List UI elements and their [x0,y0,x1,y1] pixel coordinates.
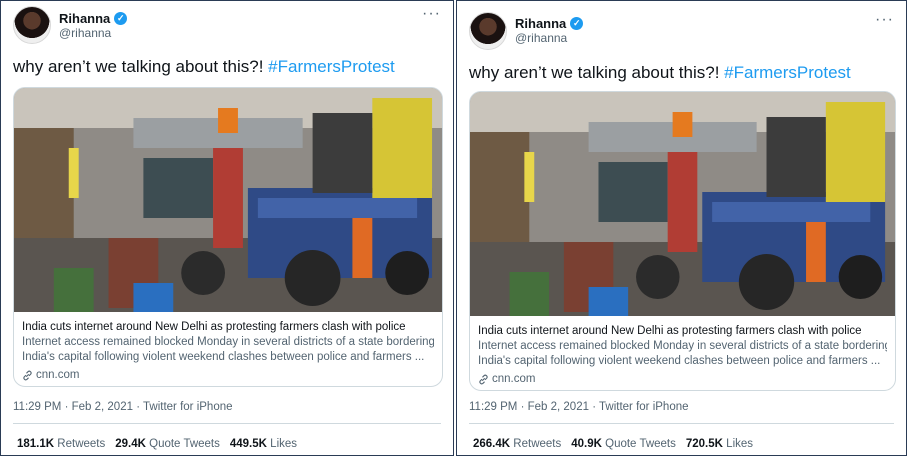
tweet-time[interactable]: 11:29 PM [13,401,61,413]
card-description-line2: India's capital following violent weeken… [478,355,881,367]
engagement-stats: 266.4K Retweets 40.9K Quote Tweets 720.5… [473,438,753,450]
tweet-source[interactable]: Twitter for iPhone [599,401,688,413]
avatar[interactable] [13,6,51,44]
engagement-stats: 181.1K Retweets 29.4K Quote Tweets 449.5… [17,438,297,450]
author-name-row[interactable]: Rihanna ✓ [515,16,584,31]
retweets-count: 266.4K [473,438,511,450]
tweet-meta: 11:29 PM · Feb 2, 2021 · Twitter for iPh… [13,401,233,413]
news-photo [14,88,442,312]
tweet-card[interactable]: Rihanna ✓ @rihanna ··· why aren’t we tal… [456,0,907,456]
tweet-text-body: why aren’t we talking about this?! [13,57,269,76]
card-description-line2: India's capital following violent weeken… [22,351,425,363]
likes-count: 720.5K [685,438,723,450]
likes-stat[interactable]: 449.5K Likes [230,438,297,450]
verified-badge-icon: ✓ [114,12,128,25]
retweets-label: Retweets [57,438,106,450]
tweet-text-body: why aren’t we talking about this?! [469,63,725,82]
retweets-stat[interactable]: 181.1K Retweets [17,438,105,450]
likes-stat[interactable]: 720.5K Likes [686,438,753,450]
more-options-icon[interactable]: ··· [422,5,441,23]
card-headline: India cuts internet around New Delhi as … [22,321,406,333]
quotes-count: 40.9K [571,438,602,450]
tweet-text: why aren’t we talking about this?! #Farm… [13,57,395,77]
tweet-text: why aren’t we talking about this?! #Farm… [469,63,851,83]
card-domain: cnn.com [22,369,434,381]
link-icon [23,370,32,380]
card-headline: India cuts internet around New Delhi as … [478,325,862,337]
retweets-count: 181.1K [17,438,55,450]
card-domain: cnn.com [478,373,887,385]
verified-badge-icon: ✓ [570,17,584,30]
tweet-meta: 11:29 PM · Feb 2, 2021 · Twitter for iPh… [469,401,689,413]
quotes-stat[interactable]: 29.4K Quote Tweets [115,438,220,450]
divider [469,423,894,424]
retweets-stat[interactable]: 266.4K Retweets [473,438,561,450]
quotes-label: Quote Tweets [605,438,676,450]
likes-count: 449.5K [229,438,267,450]
news-photo [470,92,895,316]
divider [13,423,441,424]
retweets-label: Retweets [513,438,562,450]
link-preview-card[interactable]: India cuts internet around New Delhi as … [469,91,896,391]
hashtag-link[interactable]: #FarmersProtest [724,63,851,82]
author-name[interactable]: Rihanna [515,16,566,31]
tweet-time[interactable]: 11:29 PM [469,401,517,413]
author-name-row[interactable]: Rihanna ✓ [59,11,128,26]
quotes-stat[interactable]: 40.9K Quote Tweets [571,438,676,450]
tweet-source[interactable]: Twitter for iPhone [143,401,232,413]
card-domain-text: cnn.com [36,369,80,381]
card-description-line1: Internet access remained blocked Monday … [478,340,887,352]
quotes-label: Quote Tweets [149,438,220,450]
link-preview-card[interactable]: India cuts internet around New Delhi as … [13,87,443,387]
author-name[interactable]: Rihanna [59,11,110,26]
likes-label: Likes [726,438,754,450]
author-handle[interactable]: @rihanna [59,26,111,40]
card-domain-text: cnn.com [492,373,536,385]
link-icon [479,374,488,384]
tweet-date[interactable]: Feb 2, 2021 [528,401,589,413]
tweet-date[interactable]: Feb 2, 2021 [72,401,133,413]
avatar[interactable] [469,12,507,50]
likes-label: Likes [270,438,298,450]
card-description-line1: Internet access remained blocked Monday … [22,336,434,348]
hashtag-link[interactable]: #FarmersProtest [268,57,395,76]
tweet-card[interactable]: Rihanna ✓ @rihanna ··· why aren’t we tal… [0,0,454,456]
author-handle[interactable]: @rihanna [515,31,567,45]
quotes-count: 29.4K [115,438,146,450]
more-options-icon[interactable]: ··· [875,11,894,29]
